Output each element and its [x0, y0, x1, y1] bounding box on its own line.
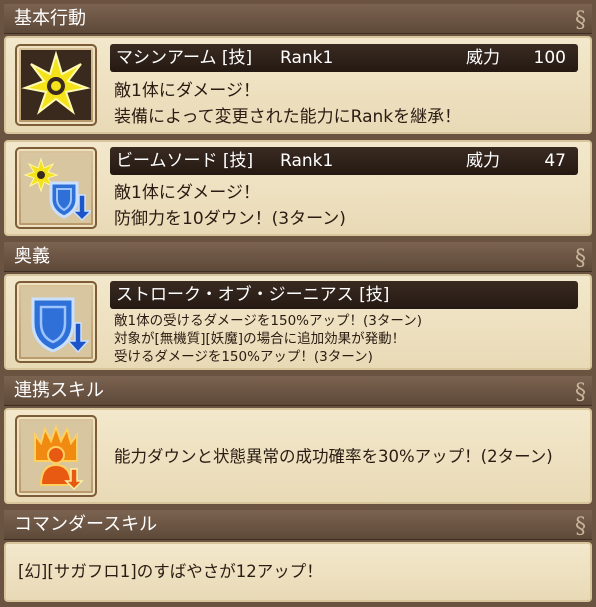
- ougi-desc-line: 敵1体の受けるダメージを150%アップ！(3ターン): [114, 313, 422, 329]
- header-ornament-icon: §: [575, 8, 586, 33]
- skill-desc-line: 敵1体にダメージ！: [114, 81, 260, 101]
- section-title-basic: 基本行動: [14, 8, 86, 29]
- skill-name: マシンアーム [技]: [116, 48, 253, 68]
- skill-panel-2[interactable]: ビームソード [技] Rank1 威力 47 敵1体にダメージ！ 防御力を10ダ…: [4, 140, 592, 236]
- ougi-desc-line: 対象が[無機質][妖魔]の場合に追加効果が発動！: [114, 331, 406, 347]
- machine-arm-burst-icon: [15, 44, 97, 126]
- skill-power-value: 47: [544, 151, 566, 171]
- commander-panel[interactable]: [幻][サガフロ1]のすばやさが12アップ！: [4, 542, 592, 602]
- section-title-commander: コマンダースキル: [14, 514, 158, 535]
- section-header-basic: 基本行動 §: [4, 4, 592, 34]
- section-header-renkei: 連携スキル §: [4, 376, 592, 406]
- skill-namebar-1: マシンアーム [技] Rank1 威力 100: [110, 44, 578, 72]
- skill-desc-line: 敵1体にダメージ！: [114, 183, 260, 203]
- renkei-description: 能力ダウンと状態異常の成功確率を30%アップ！(2ターン): [114, 446, 553, 468]
- skill-description-1: 敵1体にダメージ！ 装備によって変更された能力にRankを継承！: [114, 78, 461, 130]
- skill-rank: Rank1: [280, 151, 334, 171]
- ougi-namebar: ストローク・オブ・ジーニアス [技]: [110, 281, 578, 309]
- header-ornament-icon: §: [575, 246, 586, 271]
- section-header-ougi: 奥義 §: [4, 242, 592, 272]
- skill-name: ビームソード [技]: [116, 151, 254, 171]
- commander-description: [幻][サガフロ1]のすばやさが12アップ！: [18, 561, 323, 583]
- skill-power-label: 威力: [466, 48, 500, 68]
- header-ornament-icon: §: [575, 380, 586, 405]
- section-title-ougi: 奥義: [14, 246, 50, 267]
- ougi-description: 敵1体の受けるダメージを150%アップ！(3ターン) 対象が[無機質][妖魔]の…: [114, 312, 422, 366]
- ougi-panel[interactable]: ストローク・オブ・ジーニアス [技] 敵1体の受けるダメージを150%アップ！(…: [4, 274, 592, 370]
- section-header-commander: コマンダースキル §: [4, 510, 592, 540]
- skill-panel-1[interactable]: マシンアーム [技] Rank1 威力 100 敵1体にダメージ！ 装備によって…: [4, 36, 592, 134]
- shield-down-icon: [15, 281, 97, 363]
- skill-namebar-2: ビームソード [技] Rank1 威力 47: [110, 147, 578, 175]
- section-title-renkei: 連携スキル: [14, 380, 104, 401]
- beam-sword-shield-down-icon: [15, 147, 97, 229]
- skill-description-2: 敵1体にダメージ！ 防御力を10ダウン！(3ターン): [114, 180, 346, 232]
- renkei-panel[interactable]: 能力ダウンと状態異常の成功確率を30%アップ！(2ターン): [4, 408, 592, 504]
- skill-desc-line: 防御力を10ダウン！(3ターン): [114, 209, 346, 229]
- skill-power-label: 威力: [466, 151, 500, 171]
- skill-desc-line: 装備によって変更された能力にRankを継承！: [114, 107, 462, 127]
- skill-power-value: 100: [533, 48, 566, 68]
- ougi-desc-line: 受けるダメージを150%アップ！(3ターン): [114, 349, 373, 365]
- header-ornament-icon: §: [575, 514, 586, 539]
- commander-desc-line: [幻][サガフロ1]のすばやさが12アップ！: [18, 562, 323, 581]
- skill-rank: Rank1: [280, 48, 334, 68]
- ougi-name: ストローク・オブ・ジーニアス [技]: [116, 285, 390, 305]
- flame-figure-icon: [15, 415, 97, 497]
- renkei-desc-line: 能力ダウンと状態異常の成功確率を30%アップ！(2ターン): [114, 447, 553, 466]
